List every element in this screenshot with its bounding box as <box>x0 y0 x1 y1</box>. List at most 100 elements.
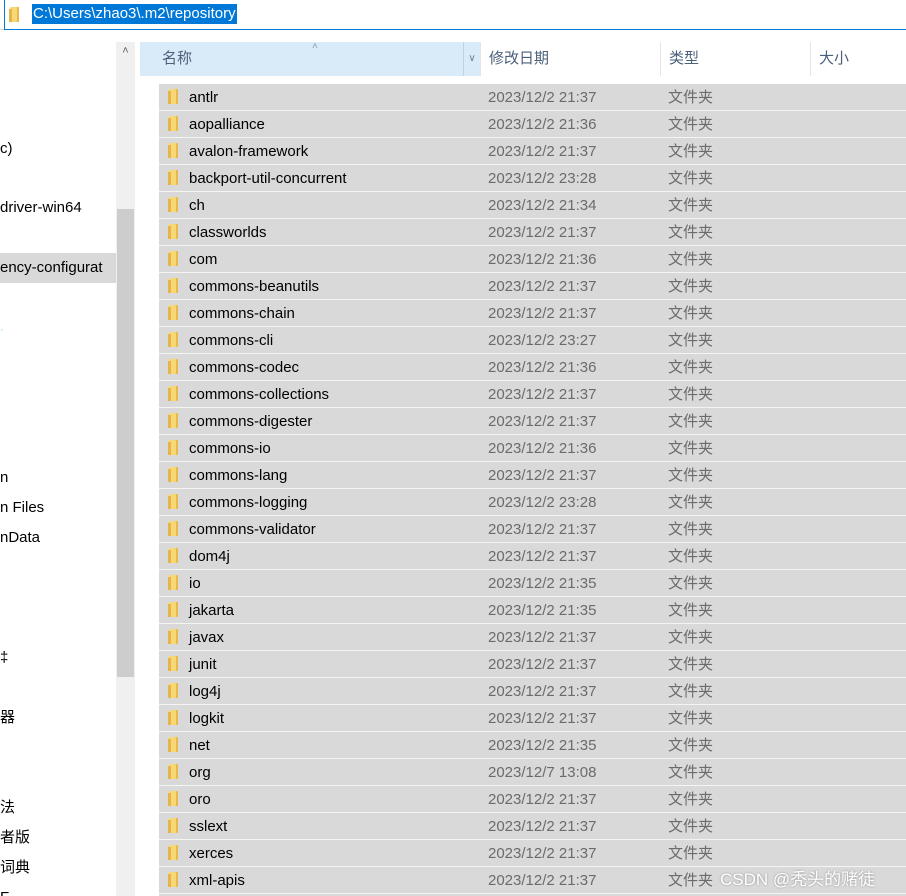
column-name-header[interactable]: 名称 ˄ ∨ <box>140 41 480 76</box>
address-path[interactable]: C:\Users\zhao3\.m2\repository <box>32 4 237 24</box>
file-row[interactable]: aopalliance 2023/12/2 21:36 文件夹 <box>159 111 906 138</box>
file-row[interactable]: antlr 2023/12/2 21:37 文件夹 <box>159 84 906 111</box>
file-name[interactable]: jakarta <box>189 597 234 624</box>
nav-item[interactable]: 词典 <box>0 858 30 878</box>
file-row[interactable]: sslext 2023/12/2 21:37 文件夹 <box>159 813 906 840</box>
file-type: 文件夹 <box>668 386 714 403</box>
navigation-pane[interactable]: c) driver-win64 ency-configurat · n n Fi… <box>0 42 116 896</box>
scroll-thumb[interactable] <box>117 209 134 677</box>
file-name[interactable]: commons-validator <box>189 516 316 543</box>
file-row[interactable]: commons-cli 2023/12/2 23:27 文件夹 <box>159 327 906 354</box>
file-name[interactable]: antlr <box>189 84 218 111</box>
file-row[interactable]: oro 2023/12/2 21:37 文件夹 <box>159 786 906 813</box>
file-row[interactable]: avalon-framework 2023/12/2 21:37 文件夹 <box>159 138 906 165</box>
file-name[interactable]: commons-cli <box>189 327 273 354</box>
file-name[interactable]: junit <box>189 651 217 678</box>
file-name[interactable]: xerces <box>189 840 233 867</box>
file-row[interactable]: junit 2023/12/2 21:37 文件夹 <box>159 651 906 678</box>
file-name[interactable]: commons-collections <box>189 381 329 408</box>
file-name[interactable]: dom4j <box>189 543 230 570</box>
file-date: 2023/12/2 23:28 <box>488 170 597 187</box>
address-bar[interactable]: C:\Users\zhao3\.m2\repository <box>0 0 906 30</box>
nav-item[interactable]: 法 <box>0 798 15 818</box>
file-date: 2023/12/2 23:28 <box>488 494 597 511</box>
folder-icon <box>168 305 178 320</box>
file-name[interactable]: javax <box>189 624 224 651</box>
column-type-header[interactable]: 类型 <box>660 42 810 76</box>
nav-item[interactable]: 器 <box>0 708 15 728</box>
file-name[interactable]: commons-chain <box>189 300 295 327</box>
nav-item[interactable]: n <box>0 468 8 488</box>
file-date: 2023/12/2 21:36 <box>488 440 597 457</box>
nav-item[interactable]: nData <box>0 528 40 548</box>
file-date: 2023/12/2 21:35 <box>488 737 597 754</box>
folder-icon <box>168 224 178 239</box>
file-row[interactable]: commons-digester 2023/12/2 21:37 文件夹 <box>159 408 906 435</box>
folder-icon <box>168 764 178 779</box>
file-name[interactable]: org <box>189 759 211 786</box>
nav-scrollbar[interactable]: ˄ <box>116 42 135 896</box>
file-row[interactable]: classworlds 2023/12/2 21:37 文件夹 <box>159 219 906 246</box>
file-row[interactable]: io 2023/12/2 21:35 文件夹 <box>159 570 906 597</box>
column-date-header[interactable]: 修改日期 <box>480 42 660 76</box>
file-row[interactable]: com 2023/12/2 21:36 文件夹 <box>159 246 906 273</box>
file-name[interactable]: commons-lang <box>189 462 287 489</box>
column-size-header[interactable]: 大小 <box>810 42 906 76</box>
file-name[interactable]: ch <box>189 192 205 219</box>
file-row[interactable]: commons-beanutils 2023/12/2 21:37 文件夹 <box>159 273 906 300</box>
file-name[interactable]: commons-codec <box>189 354 299 381</box>
nav-item[interactable]: 者版 <box>0 828 30 848</box>
file-name[interactable]: logkit <box>189 705 224 732</box>
file-name[interactable]: commons-beanutils <box>189 273 319 300</box>
nav-item[interactable]: n Files <box>0 498 44 518</box>
file-row[interactable]: xerces 2023/12/2 21:37 文件夹 <box>159 840 906 867</box>
file-name[interactable]: sslext <box>189 813 227 840</box>
file-row[interactable]: commons-lang 2023/12/2 21:37 文件夹 <box>159 462 906 489</box>
file-row[interactable]: org 2023/12/7 13:08 文件夹 <box>159 759 906 786</box>
file-name[interactable]: net <box>189 732 210 759</box>
file-row[interactable]: backport-util-concurrent 2023/12/2 23:28 文… <box>159 165 906 192</box>
nav-item[interactable]: c) <box>0 139 13 159</box>
file-list[interactable]: antlr 2023/12/2 21:37 文件夹 aopalliance 2023/1… <box>159 84 906 896</box>
file-name[interactable]: log4j <box>189 678 221 705</box>
file-name[interactable]: avalon-framework <box>189 138 308 165</box>
file-name[interactable]: commons-io <box>189 435 271 462</box>
file-row[interactable]: javax 2023/12/2 21:37 文件夹 <box>159 624 906 651</box>
nav-item[interactable]: driver-win64 <box>0 198 82 218</box>
file-name[interactable]: io <box>189 570 201 597</box>
file-row[interactable]: commons-codec 2023/12/2 21:36 文件夹 <box>159 354 906 381</box>
folder-icon <box>168 656 178 671</box>
file-date: 2023/12/2 21:36 <box>488 251 597 268</box>
file-row[interactable]: commons-chain 2023/12/2 21:37 文件夹 <box>159 300 906 327</box>
file-name[interactable]: oro <box>189 786 211 813</box>
file-row[interactable]: commons-collections 2023/12/2 21:37 文件夹 <box>159 381 906 408</box>
file-date: 2023/12/2 21:37 <box>488 386 597 403</box>
file-row[interactable]: net 2023/12/2 21:35 文件夹 <box>159 732 906 759</box>
file-name[interactable]: backport-util-concurrent <box>189 165 347 192</box>
chevron-up-icon[interactable]: ˄ <box>118 45 133 57</box>
file-name[interactable]: xml-apis <box>189 867 245 894</box>
nav-item-selected[interactable]: ency-configurat <box>0 253 116 283</box>
file-name[interactable]: commons-digester <box>189 408 312 435</box>
file-name[interactable]: aopalliance <box>189 111 265 138</box>
file-date: 2023/12/2 21:37 <box>488 872 597 889</box>
file-row[interactable]: log4j 2023/12/2 21:37 文件夹 <box>159 678 906 705</box>
file-row[interactable]: commons-io 2023/12/2 21:36 文件夹 <box>159 435 906 462</box>
file-row[interactable]: logkit 2023/12/2 21:37 文件夹 <box>159 705 906 732</box>
file-type: 文件夹 <box>668 494 714 511</box>
file-date: 2023/12/2 21:37 <box>488 413 597 430</box>
file-row[interactable]: dom4j 2023/12/2 21:37 文件夹 <box>159 543 906 570</box>
file-name[interactable]: com <box>189 246 217 273</box>
file-name[interactable]: commons-logging <box>189 489 307 516</box>
file-row[interactable]: commons-logging 2023/12/2 23:28 文件夹 <box>159 489 906 516</box>
file-type: 文件夹 <box>668 575 714 592</box>
nav-item[interactable]: ‡ <box>0 648 8 668</box>
file-type: 文件夹 <box>668 359 714 376</box>
file-row[interactable]: jakarta 2023/12/2 21:35 文件夹 <box>159 597 906 624</box>
file-row[interactable]: ch 2023/12/2 21:34 文件夹 <box>159 192 906 219</box>
chevron-down-icon[interactable]: ∨ <box>463 42 480 76</box>
nav-item[interactable]: F <box>0 888 9 896</box>
folder-icon <box>168 197 178 212</box>
file-row[interactable]: commons-validator 2023/12/2 21:37 文件夹 <box>159 516 906 543</box>
file-name[interactable]: classworlds <box>189 219 267 246</box>
